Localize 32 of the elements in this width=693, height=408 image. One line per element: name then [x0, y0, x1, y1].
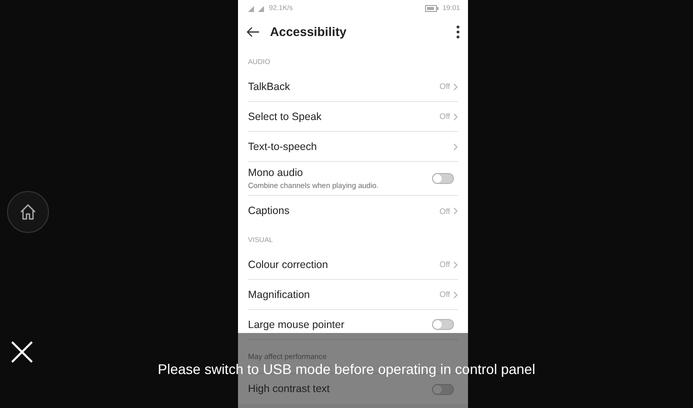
setting-title: Large mouse pointer: [248, 318, 346, 330]
more-options-icon[interactable]: [456, 25, 460, 39]
chevron-right-icon: [453, 112, 458, 120]
setting-title: Text-to-speech: [248, 140, 318, 152]
back-arrow-icon[interactable]: [246, 26, 260, 38]
chevron-right-icon: [453, 290, 458, 298]
toggle-switch[interactable]: [432, 319, 454, 330]
setting-title: High contrast text: [248, 383, 331, 395]
setting-value: Off: [439, 82, 450, 91]
signal-icon: [248, 4, 266, 12]
chevron-right-icon: [453, 82, 458, 90]
home-button[interactable]: [7, 191, 49, 233]
home-icon: [19, 203, 37, 221]
toggle-switch[interactable]: [432, 173, 454, 184]
setting-title: Mono audio: [248, 167, 304, 179]
close-icon[interactable]: [10, 340, 34, 364]
setting-title: Colour correction: [248, 258, 329, 270]
setting-title: Captions: [248, 205, 290, 217]
battery-icon: [425, 4, 440, 12]
setting-value: Off: [439, 112, 450, 121]
screen-title: Accessibility: [270, 25, 348, 39]
setting-value: Off: [439, 206, 450, 216]
chevron-right-icon: [453, 260, 458, 268]
chevron-right-icon: [453, 207, 458, 215]
chevron-right-icon: [453, 142, 458, 150]
toast-message: Please switch to USB mode before operating in control panel: [158, 361, 536, 377]
setting-title: Magnification: [248, 288, 311, 300]
toggle-switch[interactable]: [432, 384, 454, 394]
setting-value: Off: [439, 260, 450, 269]
setting-title: Select to Speak: [248, 110, 323, 122]
setting-value: Off: [439, 290, 450, 299]
setting-title: TalkBack: [248, 80, 292, 92]
